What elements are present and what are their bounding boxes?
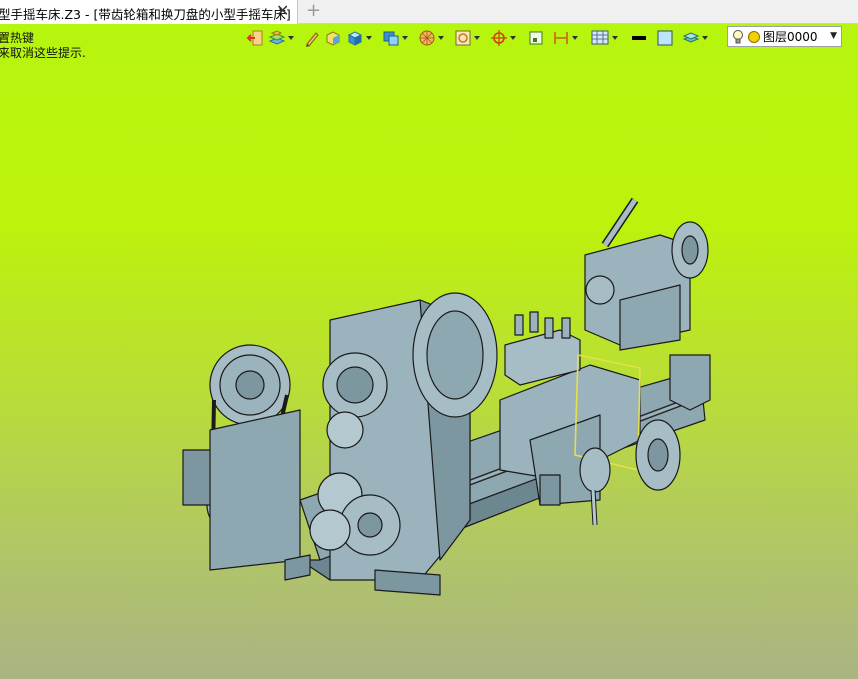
document-tabbar: 型手摇车床.Z3 - [带齿轮箱和换刀盘的小型手摇车床] ✕ + <box>0 0 858 24</box>
document-tab[interactable]: 型手摇车床.Z3 - [带齿轮箱和换刀盘的小型手摇车床] ✕ <box>0 0 298 24</box>
document-tab-title: 型手摇车床.Z3 - [带齿轮箱和换刀盘的小型手摇车床] <box>0 7 291 22</box>
3d-viewport[interactable]: 置热键 来取消这些提示. 图层0000 ▼ <box>0 24 858 679</box>
lathe-3d-model[interactable] <box>0 24 858 679</box>
close-tab-icon[interactable]: ✕ <box>276 1 289 20</box>
new-tab-icon[interactable]: + <box>306 0 321 21</box>
